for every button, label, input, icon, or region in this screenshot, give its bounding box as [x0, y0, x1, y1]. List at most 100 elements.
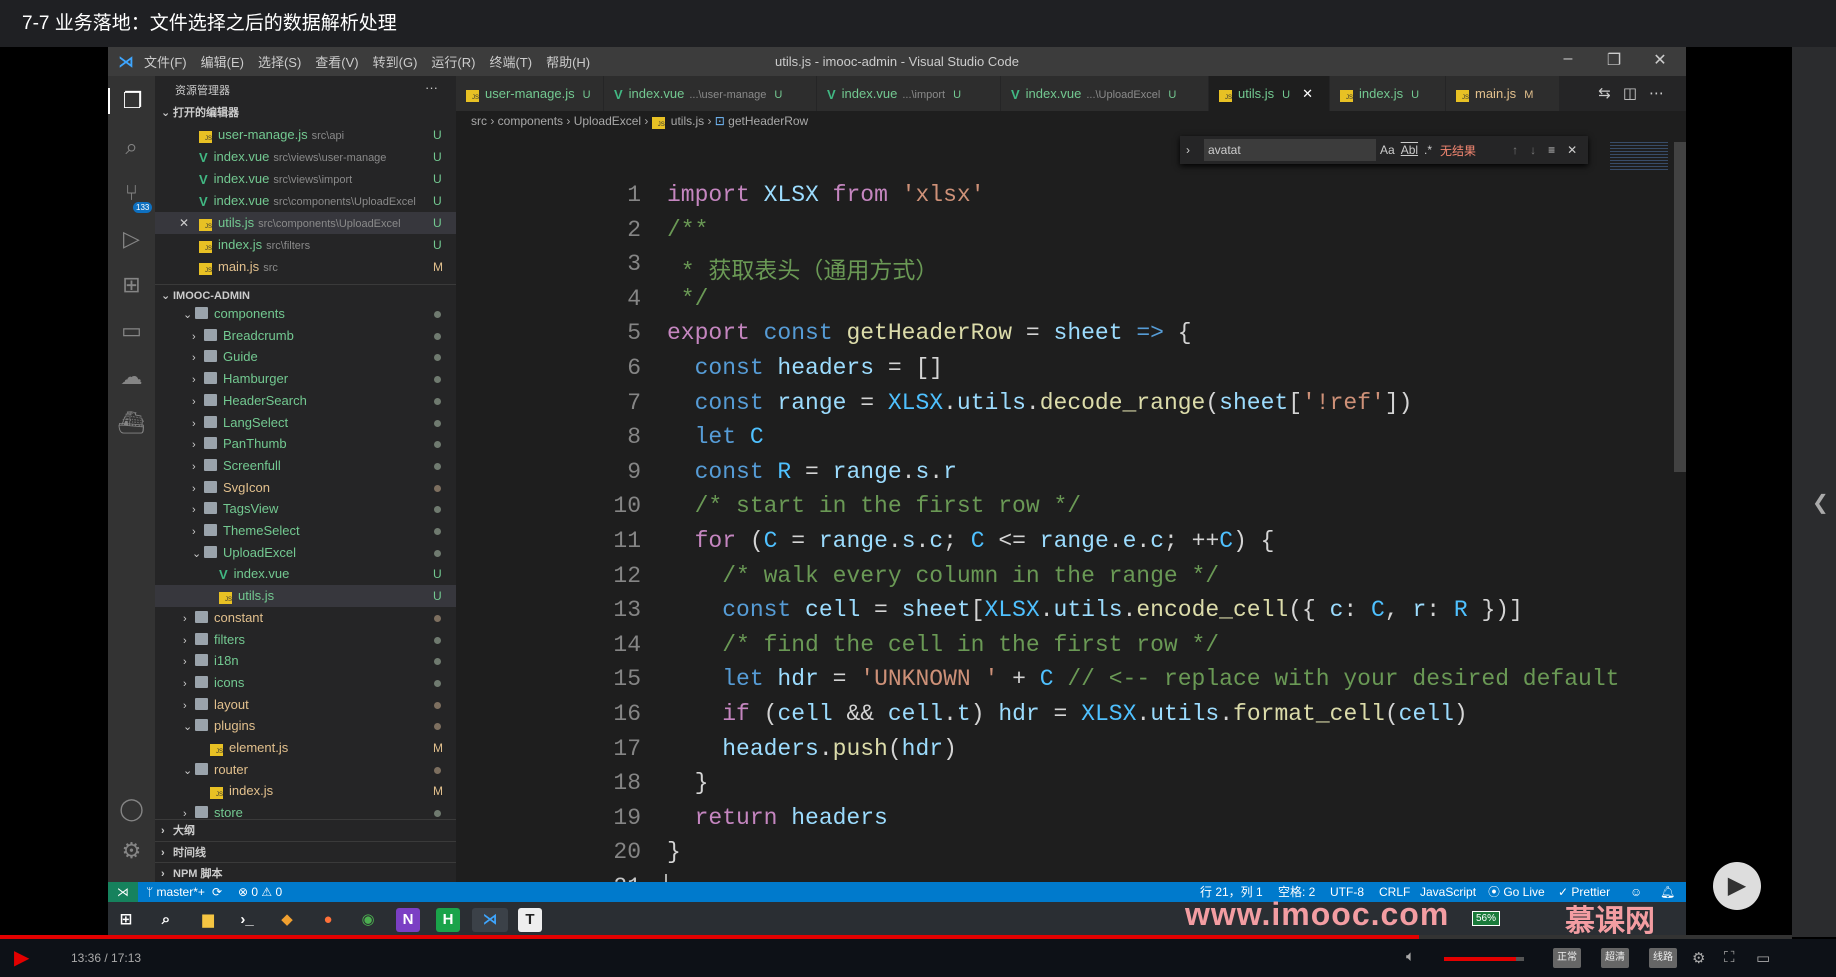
tab-user-manage-js[interactable]: JS user-manage.js U [456, 76, 604, 111]
split-editor-icon[interactable]: ◫ [1623, 85, 1649, 102]
tab-index-vue[interactable]: Vindex.vue ...\import U [817, 76, 1001, 111]
open-changes-icon[interactable]: ⇆ [1598, 85, 1623, 102]
web-fullscreen-icon[interactable]: ▭ [1756, 949, 1770, 967]
tree-item[interactable]: › PanThumb [155, 433, 456, 455]
tree-item[interactable]: › Screenfull [155, 455, 456, 477]
tree-item[interactable]: › layout [155, 694, 456, 716]
code-line[interactable]: let C [667, 424, 764, 450]
toggle-replace-icon[interactable]: › [1186, 143, 1190, 157]
source-control-icon[interactable]: ⑂ 133 [108, 180, 155, 213]
problems-indicator[interactable]: ⊗ 0 ⚠ 0 [238, 882, 282, 902]
chrome-icon[interactable]: ◉ [356, 908, 380, 932]
tree-item[interactable]: JS element.js M [155, 737, 456, 759]
close-editor-icon[interactable]: ✕ [179, 212, 189, 234]
tab-index-vue[interactable]: Vindex.vue ...\user-manage U [604, 76, 817, 111]
code-line[interactable]: if (cell && cell.t) hdr = XLSX.utils.for… [667, 701, 1468, 727]
tree-item[interactable]: › Breadcrumb [155, 325, 456, 347]
menu-item[interactable]: 编辑(E) [201, 55, 244, 70]
tree-item[interactable]: › HeaderSearch [155, 390, 456, 412]
editor-scrollbar[interactable] [1674, 142, 1686, 472]
fullscreen-icon[interactable]: ⛶ [1724, 949, 1735, 966]
live-share-icon[interactable]: ☁ [108, 364, 155, 390]
open-editor-item[interactable]: JS user-manage.js src\api U [155, 124, 456, 146]
tree-item[interactable]: ⌄ UploadExcel [155, 542, 456, 564]
explorer-icon[interactable]: ❐ [108, 88, 155, 114]
go-live-button[interactable]: ⦿ Go Live [1488, 882, 1545, 902]
code-line[interactable]: /* start in the first row */ [667, 493, 1081, 519]
menu-item[interactable]: 终端(T) [489, 55, 532, 70]
code-line[interactable]: import XLSX from 'xlsx' [667, 182, 985, 208]
tree-item[interactable]: Vindex.vue U [155, 563, 456, 585]
breadcrumb-item[interactable]: utils.js [671, 114, 704, 128]
file-explorer-icon[interactable]: ▆ [196, 908, 220, 932]
notifications-icon[interactable]: 🔔︎ [1660, 882, 1675, 902]
play-icon[interactable]: ▶ [14, 945, 29, 970]
tree-item[interactable]: › Guide [155, 346, 456, 368]
more-actions-button[interactable]: ··· [425, 80, 438, 95]
battery-indicator[interactable]: 56% [1472, 911, 1501, 926]
tree-item[interactable]: › filters [155, 629, 456, 651]
panel-header[interactable]: › 时间线 [155, 840, 456, 863]
minimap[interactable] [1610, 140, 1668, 170]
menu-item[interactable]: 运行(R) [431, 55, 475, 70]
code-line[interactable]: const range = XLSX.utils.decode_range(sh… [667, 390, 1413, 416]
code-line[interactable]: headers.push(hdr) [667, 736, 957, 762]
code-line[interactable]: return headers [667, 805, 888, 831]
remote-icon[interactable]: ⋊ [108, 882, 138, 902]
line-select-button[interactable]: 线路 [1649, 948, 1677, 968]
tree-item[interactable]: ⌄ components [155, 303, 456, 325]
tree-item[interactable]: JS index.js M [155, 780, 456, 802]
tree-item[interactable]: › i18n [155, 650, 456, 672]
tree-item[interactable]: › TagsView [155, 498, 456, 520]
tab-index-js[interactable]: JS index.js U [1330, 76, 1446, 111]
open-editor-item[interactable]: JS main.js src M [155, 256, 456, 278]
breadcrumb-item[interactable]: src [471, 114, 487, 128]
more-icon[interactable]: ⋯ [1649, 85, 1676, 102]
regex-button[interactable]: .* [1424, 143, 1432, 157]
account-icon[interactable]: ◯ [108, 796, 155, 822]
settings-icon[interactable]: ⚙ [1692, 949, 1705, 967]
docker-icon[interactable]: ⛴ [108, 410, 155, 436]
tab-main-js[interactable]: JS main.js M [1446, 76, 1560, 111]
code-line[interactable]: for (C = range.s.c; C <= range.e.c; ++C)… [667, 528, 1275, 554]
open-editor-item[interactable]: JS index.js src\filters U [155, 234, 456, 256]
tab-index-vue[interactable]: Vindex.vue ...\UploadExcel U [1001, 76, 1209, 111]
breadcrumb-item[interactable]: getHeaderRow [728, 114, 808, 128]
play-overlay-button[interactable]: ▶ [1713, 862, 1761, 910]
menu-item[interactable]: 查看(V) [315, 55, 358, 70]
volume-slider[interactable] [1444, 957, 1524, 961]
code-editor[interactable]: 1 import XLSX from 'xlsx' 2 /** 3 * 获取表头（通用方… [456, 132, 1686, 902]
quality-normal-button[interactable]: 正常 [1553, 948, 1581, 968]
open-editor-item[interactable]: ✕ JS utils.js src\components\UploadExcel U [155, 212, 456, 234]
code-line[interactable]: } [667, 770, 709, 796]
close-window-button[interactable]: ✕ [1640, 50, 1680, 70]
breadcrumb-item[interactable]: components [498, 114, 563, 128]
search-icon[interactable]: ⌕ [108, 134, 155, 160]
tree-item[interactable]: › SvgIcon [155, 477, 456, 499]
onenote-icon[interactable]: N [396, 908, 420, 932]
remote-explorer-icon[interactable]: ▭ [108, 318, 155, 344]
code-line[interactable]: let hdr = 'UNKNOWN ' + C // <-- replace … [667, 666, 1619, 692]
code-line[interactable]: */ [667, 286, 709, 312]
search-icon[interactable]: ⌕ [154, 908, 178, 932]
close-find-icon[interactable]: ✕ [1567, 143, 1577, 157]
code-line[interactable]: } [667, 839, 681, 865]
tree-item[interactable]: › LangSelect [155, 412, 456, 434]
code-line[interactable]: const cell = sheet[XLSX.utils.encode_cel… [667, 597, 1523, 623]
sync-icon[interactable]: ⟳ [212, 882, 222, 902]
firefox-icon[interactable]: ● [316, 908, 340, 932]
open-editor-item[interactable]: Vindex.vue src\components\UploadExcel U [155, 190, 456, 212]
close-tab-icon[interactable]: ✕ [1302, 86, 1313, 101]
arrow-left-icon[interactable]: ❮ [1812, 490, 1829, 515]
branch-indicator[interactable]: ᛘ master*+ [146, 882, 205, 902]
code-line[interactable]: /* walk every column in the range */ [667, 563, 1219, 589]
open-editor-item[interactable]: Vindex.vue src\views\user-manage U [155, 146, 456, 168]
terminal-icon[interactable]: ›_ [235, 908, 259, 932]
code-line[interactable]: /** [667, 217, 708, 243]
menu-item[interactable]: 帮助(H) [546, 55, 590, 70]
code-line[interactable]: const headers = [] [667, 355, 943, 381]
next-match-icon[interactable]: ↓ [1530, 143, 1536, 157]
tree-item[interactable]: › Hamburger [155, 368, 456, 390]
hbuilder-icon[interactable]: H [436, 908, 460, 932]
tree-item[interactable]: JS utils.js U [155, 585, 456, 608]
